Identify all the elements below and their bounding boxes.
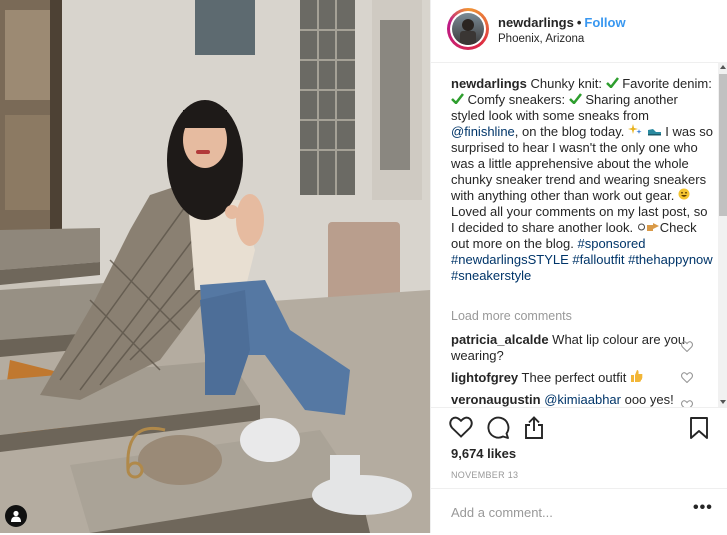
bookmark-icon [690,417,708,439]
comment-item: patricia_alcalde What lip colour are you… [451,332,686,363]
caption-mention[interactable]: @finishline [451,124,515,139]
sneaker-emoji-icon [647,125,662,140]
post-header: newdarlings • Follow Phoenix, Arizona [431,0,727,63]
check-emoji-icon [568,93,582,108]
sparkles-emoji-icon [628,124,643,140]
post-actions-section: 9,674 likes NOVEMBER 13 ••• [431,407,727,534]
check-emoji-icon [451,93,464,108]
like-comment-heart-icon[interactable] [680,339,694,357]
hashtag-link[interactable]: #falloutfit [572,252,624,267]
caption-username[interactable]: newdarlings [451,76,527,91]
header-username[interactable]: newdarlings [498,15,574,30]
share-button[interactable] [523,416,545,445]
profile-avatar[interactable] [447,8,489,50]
post-side-panel: newdarlings • Follow Phoenix, Arizona newd… [430,0,727,533]
scrollbar-thumb[interactable] [719,74,727,216]
scroll-up-arrow-icon[interactable] [720,65,726,69]
person-icon [11,510,21,522]
comments-scrollbar[interactable] [718,62,727,407]
comment-mention[interactable]: @kimiaabhar [544,392,621,407]
comment-item: lightofgrey Thee perfect outfit [451,370,713,386]
comments-list[interactable]: newdarlings Chunky knit: Favorite denim:… [431,62,718,407]
hashtag-link[interactable]: #newdarlingsSTYLE [451,252,569,267]
comment-username[interactable]: patricia_alcalde [451,332,549,347]
hashtag-link[interactable]: #sponsored [577,236,645,251]
avatar-image [452,13,484,45]
grinning-emoji-icon [678,188,690,204]
like-comment-heart-icon[interactable] [680,370,694,388]
cursor-emoji-icon [637,222,646,236]
comment-username[interactable]: lightofgrey [451,370,518,385]
user-tag-button[interactable] [5,505,27,527]
post-photo[interactable] [0,0,430,533]
location-link[interactable]: Phoenix, Arizona [498,33,584,45]
save-button[interactable] [689,416,709,445]
more-options-button[interactable]: ••• [693,499,713,517]
comment-button[interactable] [486,416,510,445]
share-icon [525,416,543,439]
pointing-hand-emoji-icon [646,221,660,236]
add-comment-bar: ••• [431,488,727,535]
header-separator: • [576,15,582,30]
like-button[interactable] [449,416,473,443]
hashtag-link[interactable]: #thehappynow [628,252,713,267]
load-more-comments-button[interactable]: Load more comments [451,309,572,323]
follow-button[interactable]: Follow [584,15,625,30]
comment-item: veronaugustin @kimiaabhar ooo yes! [451,392,674,407]
comment-bubble-icon [487,416,510,439]
check-emoji-icon [605,77,619,92]
hashtag-link[interactable]: #sneakerstyle [451,268,531,283]
post-caption: newdarlings Chunky knit: Favorite denim:… [451,76,713,283]
likes-count[interactable]: 9,674 likes [451,446,516,461]
scroll-down-arrow-icon[interactable] [720,400,726,404]
post-date: NOVEMBER 13 [451,470,519,480]
like-comment-heart-icon[interactable] [680,398,694,407]
heart-icon [449,416,473,438]
comment-username[interactable]: veronaugustin [451,392,541,407]
add-comment-input[interactable] [449,501,673,523]
post-photo-illustration [0,0,430,533]
thumbs-up-emoji-icon [630,370,643,386]
